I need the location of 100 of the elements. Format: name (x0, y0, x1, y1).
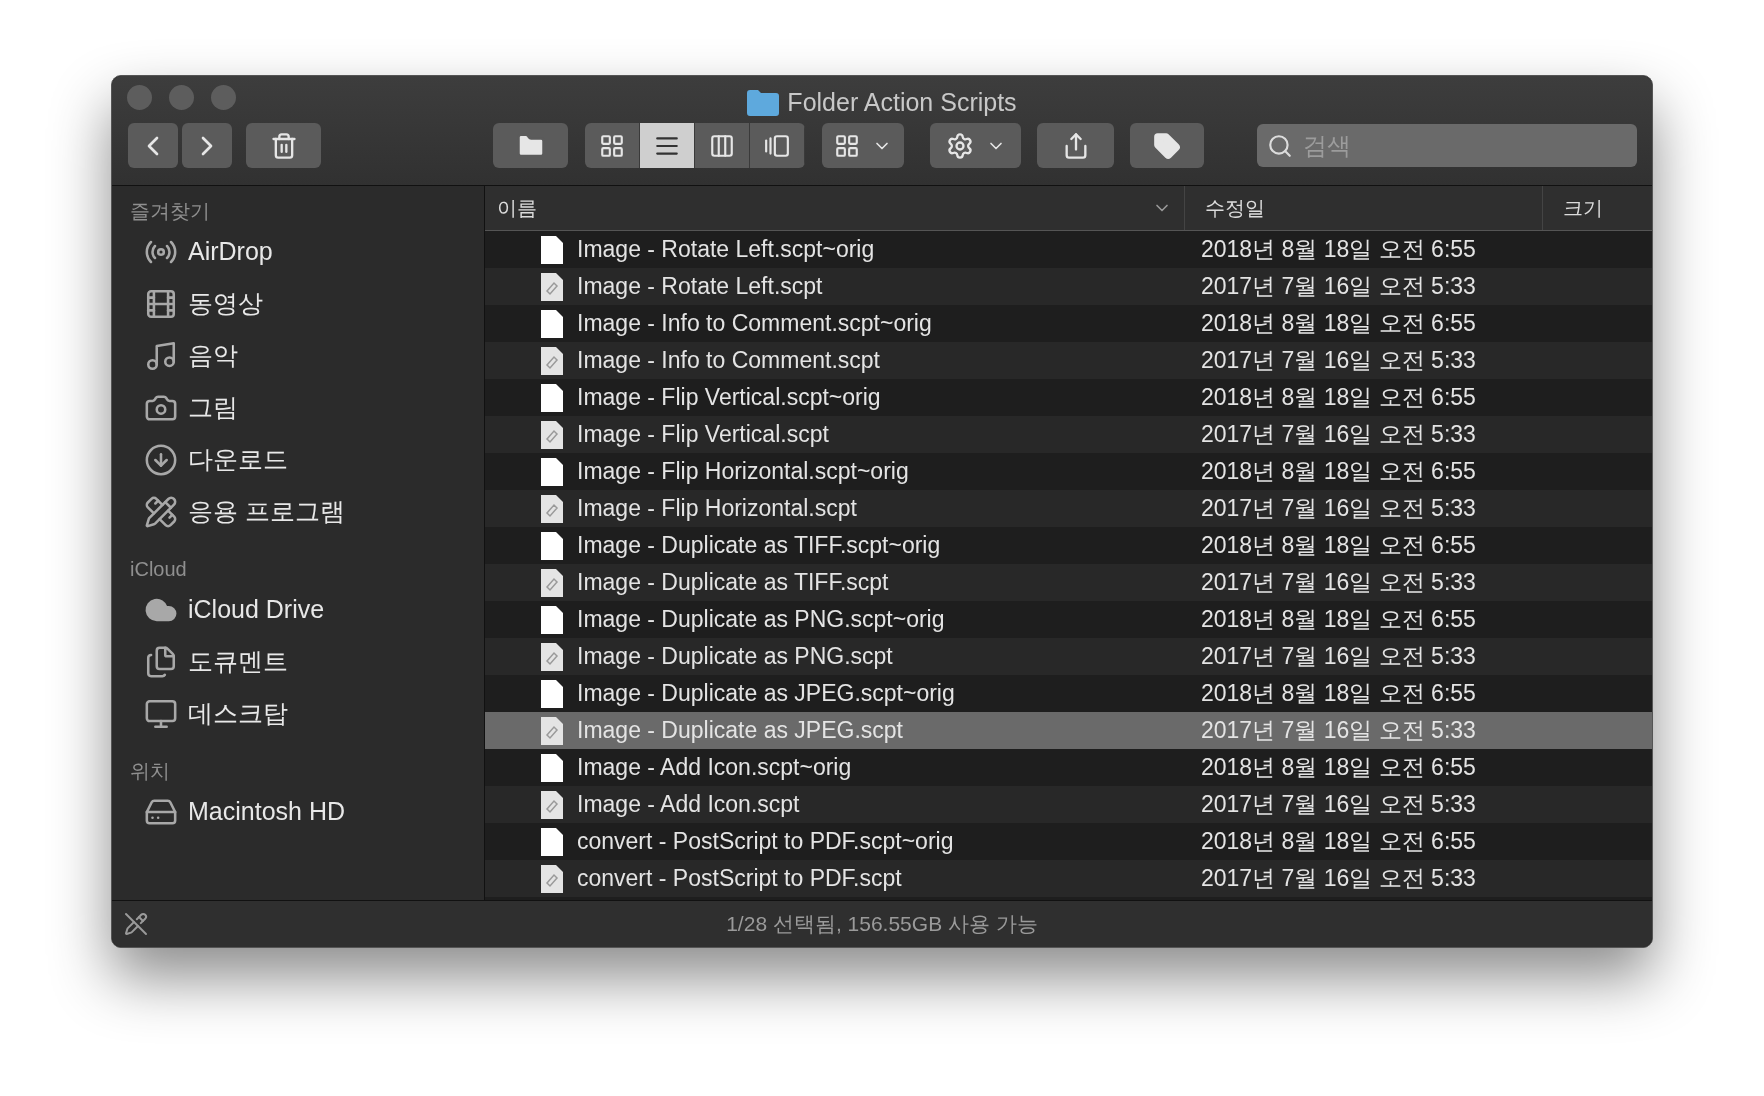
sidebar-item[interactable]: 데스크탑 (188, 695, 288, 733)
file-name: Image - Add Icon.scpt~orig (577, 753, 852, 783)
tag-icon (1153, 131, 1181, 160)
new-folder-button[interactable] (493, 123, 568, 168)
file-name: Image - Duplicate as TIFF.scpt (577, 568, 889, 598)
document-icon (541, 827, 563, 856)
file-row[interactable]: Image - Flip Vertical.scpt 2017년 7월 16일 오전 5:33 (485, 416, 1652, 453)
document-icon (541, 309, 563, 338)
script-file-icon (541, 568, 563, 597)
modified-date: 2018년 8월 18일 오전 6:55 (1200, 753, 1476, 783)
sidebar-section-title: iCloud (130, 557, 188, 582)
document-icon (541, 531, 563, 560)
file-name: Image - Flip Horizontal.scpt (577, 494, 857, 524)
modified-date: 2017년 7월 16일 오전 5:33 (1200, 716, 1476, 746)
modified-date: 2018년 8월 18일 오전 6:55 (1200, 605, 1476, 635)
columns-icon (709, 132, 735, 159)
download-icon (144, 443, 178, 477)
view-mode-button[interactable] (585, 123, 640, 168)
modified-date: 2017년 7월 16일 오전 5:33 (1200, 420, 1476, 450)
script-file-icon (541, 494, 563, 523)
sidebar-item[interactable]: AirDrop (188, 233, 273, 271)
modified-date: 2017년 7월 16일 오전 5:33 (1200, 642, 1476, 672)
modified-date: 2017년 7월 16일 오전 5:33 (1200, 346, 1476, 376)
modified-date: 2018년 8월 18일 오전 6:55 (1200, 457, 1476, 487)
grid-icon (599, 132, 625, 159)
file-row[interactable]: Image - Add Icon.scpt 2017년 7월 16일 오전 5:33 (485, 786, 1652, 823)
share-button[interactable] (1037, 123, 1114, 168)
script-file-icon (541, 790, 563, 819)
sidebar-item[interactable]: 응용 프로그램 (188, 493, 345, 531)
sidebar-item[interactable]: 다운로드 (188, 441, 288, 479)
no-edit-icon (124, 912, 148, 936)
file-name: Image - Flip Vertical.scpt~orig (577, 383, 881, 413)
view-mode-button[interactable] (640, 123, 695, 168)
sidebar-section-title: 위치 (130, 759, 171, 784)
sidebar-item[interactable]: 음악 (188, 337, 238, 375)
script-file-icon (541, 864, 563, 893)
file-name: convert - PostScript to PDF.scpt~orig (577, 827, 954, 857)
modified-date: 2017년 7월 16일 오전 5:33 (1200, 790, 1476, 820)
file-row[interactable]: Image - Flip Horizontal.scpt 2017년 7월 16일 오전 5:33 (485, 490, 1652, 527)
file-name: Image - Duplicate as PNG.scpt (577, 642, 893, 672)
sidebar-item[interactable]: Macintosh HD (188, 793, 345, 831)
trash-icon (269, 131, 298, 160)
column-header[interactable]: 이름 (485, 186, 1184, 230)
script-file-icon (541, 272, 563, 301)
document-icon (541, 679, 563, 708)
music-icon (144, 339, 178, 373)
view-mode-button[interactable] (695, 123, 750, 168)
file-row[interactable]: Image - Rotate Left.scpt 2017년 7월 16일 오전 5:33 (485, 268, 1652, 305)
column-header[interactable]: 수정일 (1184, 186, 1542, 230)
documents-icon (144, 645, 178, 679)
sidebar-item[interactable]: 도큐멘트 (188, 643, 288, 681)
file-row[interactable]: Image - Duplicate as PNG.scpt 2017년 7월 16일 오전 5:33 (485, 638, 1652, 675)
file-name: Image - Info to Comment.scpt~orig (577, 309, 932, 339)
modified-date: 2018년 8월 18일 오전 6:55 (1200, 309, 1476, 339)
desktop-icon (144, 697, 178, 731)
file-row[interactable]: Image - Duplicate as JPEG.scpt 2017년 7월 16일 오전 5:33 (485, 712, 1652, 749)
modified-date: 2018년 8월 18일 오전 6:55 (1200, 827, 1476, 857)
file-name: Image - Info to Comment.scpt (577, 346, 880, 376)
modified-date: 2018년 8월 18일 오전 6:55 (1200, 383, 1476, 413)
script-file-icon (541, 716, 563, 745)
file-row[interactable]: convert - PostScript to PDF.scpt 2017년 7월 16일 오전 5:33 (485, 860, 1652, 897)
sidebar-item[interactable]: 동영상 (188, 285, 263, 323)
modified-date: 2018년 8월 18일 오전 6:55 (1200, 235, 1476, 265)
file-name: Image - Duplicate as PNG.scpt~orig (577, 605, 945, 635)
group-button[interactable] (822, 123, 904, 168)
script-file-icon (541, 642, 563, 671)
modified-date: 2017년 7월 16일 오전 5:33 (1200, 568, 1476, 598)
modified-date: 2018년 8월 18일 오전 6:55 (1200, 679, 1476, 709)
apps-icon (144, 495, 178, 529)
back-button[interactable] (128, 123, 178, 168)
modified-date: 2017년 7월 16일 오전 5:33 (1200, 272, 1476, 302)
script-file-icon (541, 346, 563, 375)
settings-icon (945, 131, 974, 160)
sidebar-item[interactable]: 그림 (188, 389, 238, 427)
sidebar-item[interactable]: iCloud Drive (188, 591, 325, 629)
action-button[interactable] (930, 123, 1021, 168)
forward-button[interactable] (182, 123, 232, 168)
view-mode-button[interactable] (750, 123, 805, 168)
file-row[interactable]: Image - Info to Comment.scpt 2017년 7월 16일 오전 5:33 (485, 342, 1652, 379)
file-name: convert - PostScript to PDF.scpt (577, 864, 902, 894)
document-icon (541, 235, 563, 264)
modified-date: 2017년 7월 16일 오전 5:33 (1200, 864, 1476, 894)
group-icon (834, 132, 860, 159)
document-icon (541, 383, 563, 412)
document-icon (541, 605, 563, 634)
trash-button[interactable] (246, 123, 321, 168)
film-icon (144, 287, 178, 321)
gallery-icon (764, 132, 790, 159)
file-row[interactable]: Image - Duplicate as TIFF.scpt 2017년 7월 16일 오전 5:33 (485, 564, 1652, 601)
column-header[interactable]: 크기 (1542, 186, 1652, 230)
file-name: Image - Duplicate as JPEG.scpt (577, 716, 903, 746)
status-text: 1/28 선택됨, 156.55GB 사용 가능 (726, 911, 1038, 938)
modified-date: 2018년 8월 18일 오전 6:55 (1200, 531, 1476, 561)
file-name: Image - Add Icon.scpt (577, 790, 800, 820)
file-name: Image - Rotate Left.scpt~orig (577, 235, 875, 265)
tag-button[interactable] (1130, 123, 1204, 168)
file-name: Image - Rotate Left.scpt (577, 272, 823, 302)
file-name: Image - Flip Horizontal.scpt~orig (577, 457, 909, 487)
script-file-icon (541, 420, 563, 449)
file-name: Image - Duplicate as JPEG.scpt~orig (577, 679, 955, 709)
